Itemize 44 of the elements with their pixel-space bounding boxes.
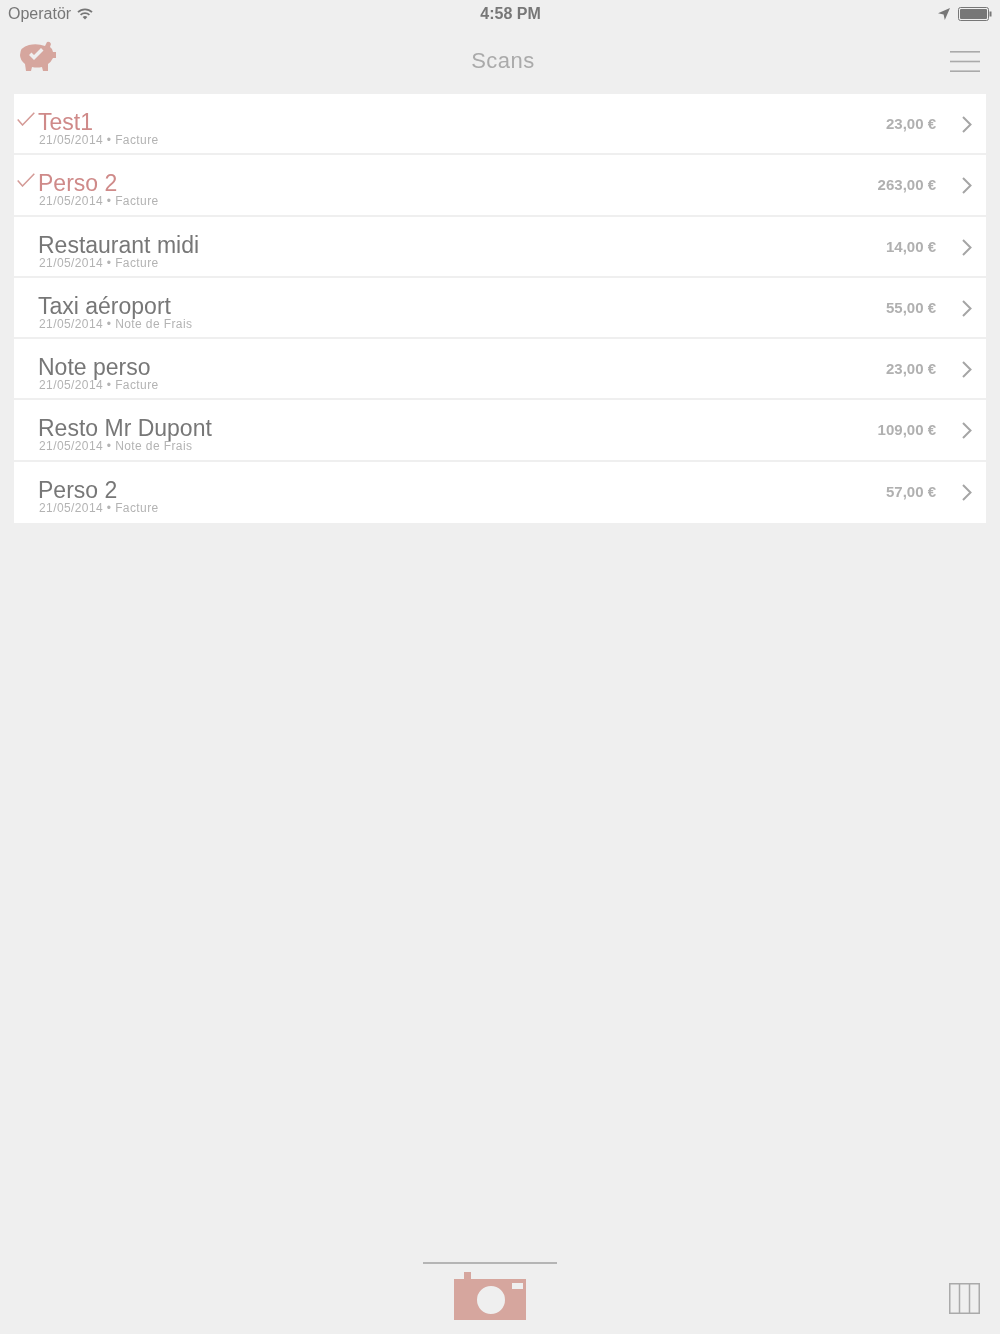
scan-subtitle: 21/05/2014 • Facture xyxy=(39,501,160,515)
scan-subtitle: 21/05/2014 • Facture xyxy=(39,195,160,209)
scan-subtitle: 21/05/2014 • Note de Frais xyxy=(39,440,193,454)
scan-title: Taxi aéroport xyxy=(38,293,172,318)
chevron-right-icon xyxy=(962,116,972,133)
amount-text: 263,00 € xyxy=(877,176,936,195)
chevron-right-icon xyxy=(962,238,972,256)
scan-title: Test1 xyxy=(38,110,94,134)
scan-title: Restaurant midi xyxy=(38,232,201,257)
scan-row[interactable]: Taxi aéroport 21/05/2014 • Note de Frais 55,00 € xyxy=(14,277,986,340)
scan-subtitle: 21/05/2014 • Facture xyxy=(39,134,160,147)
chevron-right-icon xyxy=(962,177,972,195)
chevron-right-icon xyxy=(962,299,972,317)
menu-icon[interactable] xyxy=(950,50,980,72)
location-arrow-icon xyxy=(938,8,950,20)
chevron-right-icon xyxy=(962,361,972,379)
amount-text: 23,00 € xyxy=(885,360,936,379)
carrier-name: Operatör xyxy=(8,5,72,23)
scan-row[interactable]: Resto Mr Dupont 21/05/2014 • Note de Frais 109,00 € xyxy=(14,400,986,462)
scan-row[interactable]: Test1 21/05/2014 • Facture 23,00 € xyxy=(14,94,986,156)
nav-title: Scans xyxy=(471,48,535,74)
columns-icon[interactable] xyxy=(949,1283,980,1314)
wifi-icon xyxy=(77,8,94,20)
scan-title: Perso 2 xyxy=(38,171,118,196)
scan-row[interactable]: Restaurant midi 21/05/2014 • Facture 14,00 € xyxy=(14,216,986,278)
scan-subtitle: 21/05/2014 • Facture xyxy=(39,256,160,270)
scan-title: Resto Mr Dupont xyxy=(38,416,213,441)
amount-text: 57,00 € xyxy=(885,482,936,501)
scan-title: Note perso xyxy=(38,355,151,380)
amount-text: 109,00 € xyxy=(877,421,936,440)
chevron-right-icon xyxy=(962,483,972,501)
chevron-right-icon xyxy=(962,422,972,440)
scan-row[interactable]: Note perso 21/05/2014 • Facture 23,00 € xyxy=(14,339,986,401)
scan-title: Perso 2 xyxy=(38,477,119,502)
battery-icon xyxy=(958,7,992,21)
amount-text: 23,00 € xyxy=(885,115,936,133)
amount-text: 55,00 € xyxy=(885,298,936,317)
scan-subtitle: 21/05/2014 • Facture xyxy=(39,379,160,393)
scan-row[interactable]: Perso 2 21/05/2014 • Facture 57,00 € xyxy=(14,461,986,524)
scan-row[interactable]: Perso 2 21/05/2014 • Facture 263,00 € xyxy=(14,155,986,217)
time-text: 4:58 PM xyxy=(480,5,541,23)
amount-text: 14,00 € xyxy=(885,237,936,256)
piggy-bank-check-icon[interactable] xyxy=(20,40,56,72)
camera-icon xyxy=(454,1272,526,1320)
